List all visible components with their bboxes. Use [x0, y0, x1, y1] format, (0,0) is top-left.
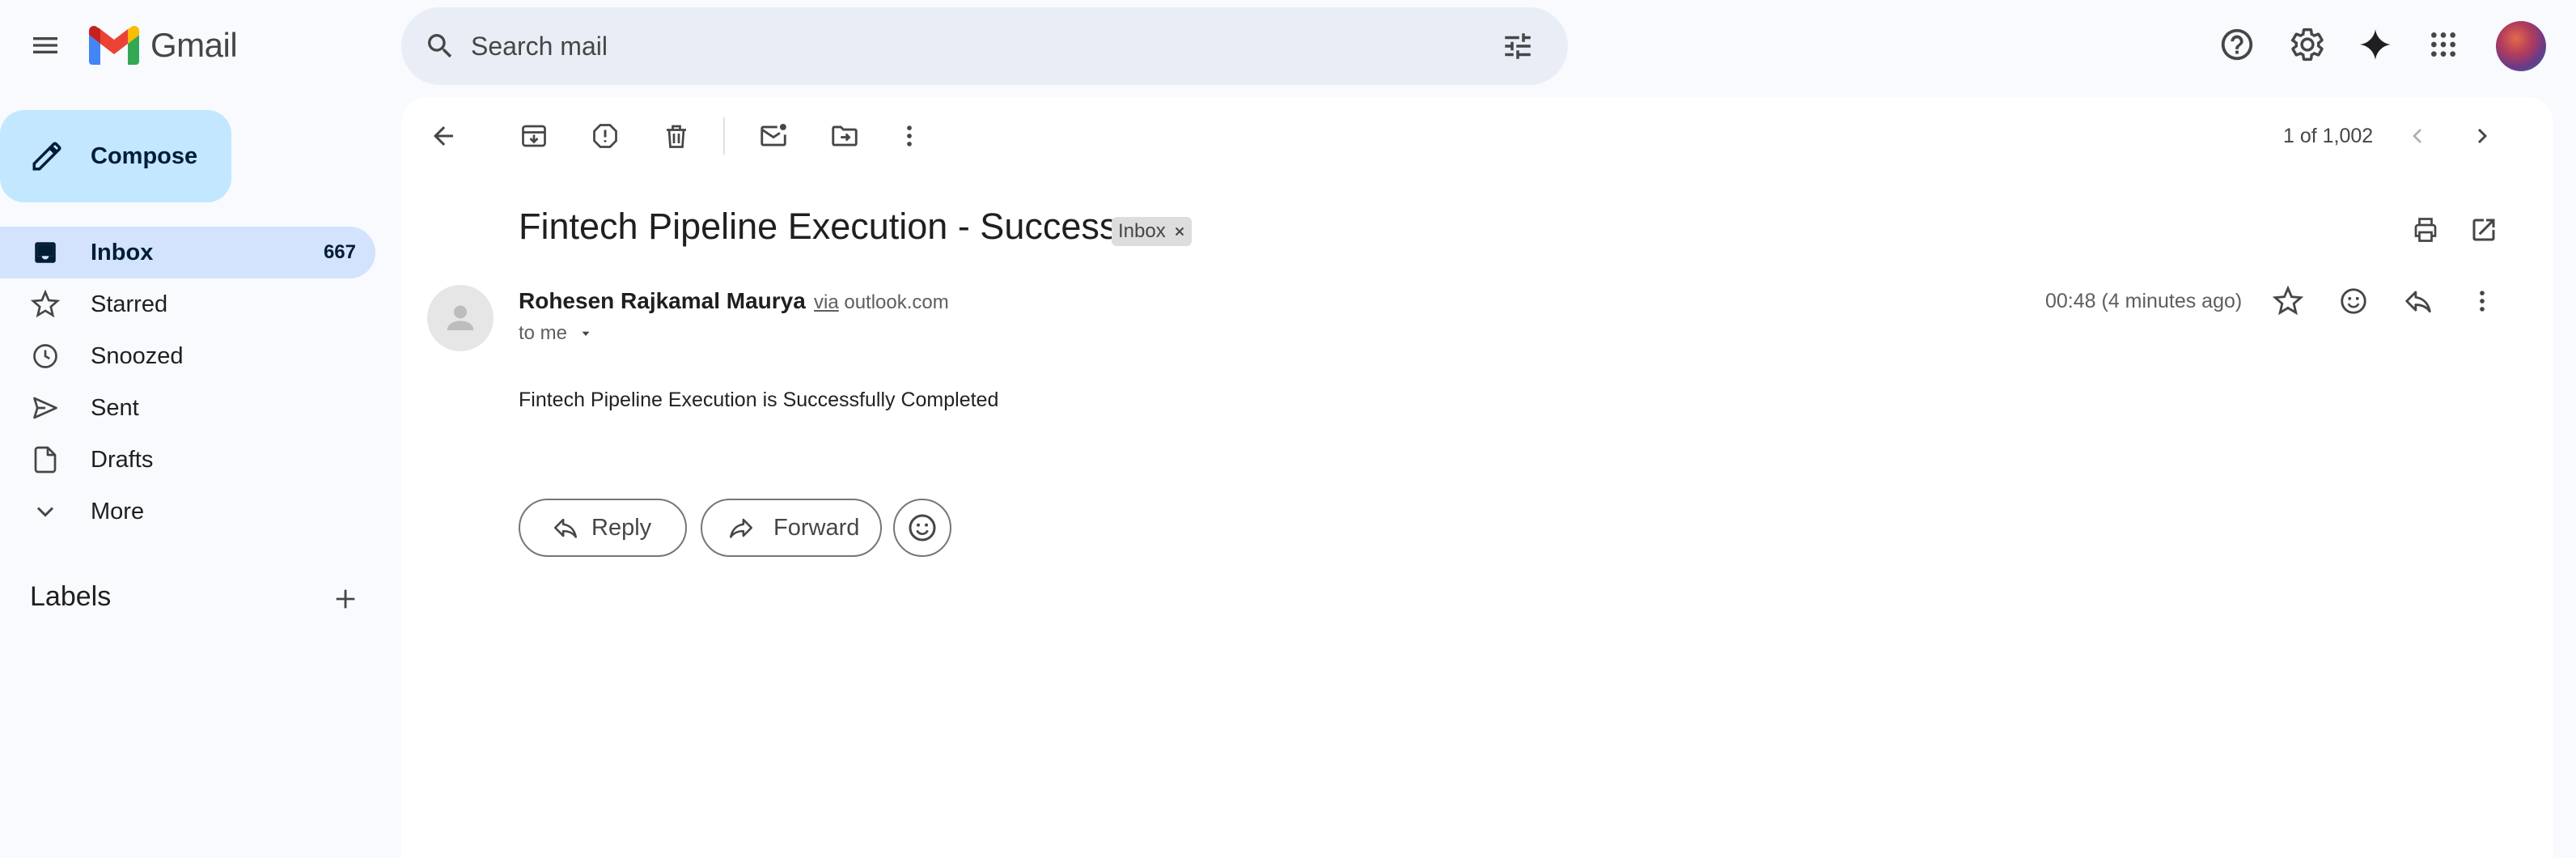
mark-unread-icon[interactable]: [751, 113, 796, 159]
sidebar-item-label: Sent: [91, 394, 139, 421]
search-bar[interactable]: [401, 7, 1568, 85]
email-timestamp: 00:48 (4 minutes ago): [2045, 290, 2243, 312]
inbox-label-chip: Inbox: [1112, 217, 1192, 246]
star-icon: [28, 287, 63, 322]
sender-name[interactable]: Rohesen Rajkamal Maurya: [519, 288, 806, 314]
main-menu-button[interactable]: [18, 18, 73, 73]
sidebar-item-drafts[interactable]: Drafts: [0, 434, 375, 486]
inbox-icon: [28, 235, 63, 270]
send-icon: [28, 390, 63, 426]
gmail-m-icon: [89, 26, 139, 65]
open-new-window-icon[interactable]: [2461, 207, 2506, 253]
sidebar-item-label: Inbox: [91, 239, 154, 265]
sidebar-item-starred[interactable]: Starred: [0, 278, 375, 330]
chevron-down-icon: [28, 494, 63, 529]
chip-label: Inbox: [1118, 220, 1166, 242]
unread-count: 667: [323, 241, 356, 263]
gemini-sparkle-icon[interactable]: [2351, 20, 2400, 69]
print-icon[interactable]: [2403, 207, 2448, 253]
add-label-plus-icon[interactable]: [325, 579, 366, 619]
search-input[interactable]: [471, 31, 1493, 62]
compose-button[interactable]: Compose: [0, 110, 231, 202]
emoji-reaction-button[interactable]: [893, 499, 951, 557]
email-body: Fintech Pipeline Execution is Successful…: [519, 389, 999, 411]
labels-heading: Labels: [30, 581, 112, 612]
search-options-icon[interactable]: [1493, 22, 1542, 70]
pencil-icon: [28, 137, 66, 176]
person-icon: [447, 305, 474, 330]
reply-label: Reply: [591, 514, 652, 541]
reply-arrow-icon: [549, 512, 582, 544]
recipient-label: to me: [519, 322, 568, 344]
sender-via: via outlook.com: [814, 291, 949, 314]
more-options-vertical-icon[interactable]: [2459, 278, 2505, 324]
move-to-folder-icon[interactable]: [822, 113, 867, 159]
newer-chevron-left-icon[interactable]: [2395, 113, 2440, 159]
sidebar-item-label: Drafts: [91, 446, 154, 473]
reply-button[interactable]: Reply: [519, 499, 687, 557]
more-options-vertical-icon[interactable]: [887, 113, 932, 159]
smiley-icon: [909, 514, 936, 542]
toolbar-divider: [723, 117, 725, 155]
reply-arrow-icon[interactable]: [2396, 278, 2441, 324]
hamburger-icon: [33, 37, 57, 53]
delete-trash-icon[interactable]: [654, 113, 699, 159]
help-icon[interactable]: [2213, 20, 2261, 69]
pagination-count: 1 of 1,002: [2283, 125, 2374, 147]
forward-arrow-icon: [725, 512, 757, 544]
recipient-details[interactable]: to me: [519, 322, 593, 345]
account-avatar[interactable]: [2496, 21, 2546, 71]
caret-down-icon[interactable]: [578, 326, 593, 341]
sender-avatar[interactable]: [427, 285, 494, 351]
gmail-logo[interactable]: Gmail: [89, 21, 238, 70]
forward-label: Forward: [773, 514, 860, 541]
remove-label-close-icon[interactable]: [1172, 224, 1187, 239]
email-subject: Fintech Pipeline Execution - Success: [519, 206, 1118, 247]
search-icon[interactable]: [421, 27, 460, 66]
settings-gear-icon[interactable]: [2283, 20, 2332, 69]
sidebar-item-sent[interactable]: Sent: [0, 382, 375, 434]
via-domain: outlook.com: [844, 291, 949, 313]
sidebar-item-label: More: [91, 498, 145, 525]
add-reaction-emoji-icon[interactable]: [2331, 278, 2376, 324]
back-arrow-icon[interactable]: [421, 113, 466, 159]
apps-grid-icon[interactable]: [2419, 20, 2468, 69]
sidebar-item-inbox[interactable]: Inbox 667: [0, 227, 375, 278]
compose-label: Compose: [91, 142, 198, 169]
report-spam-icon[interactable]: [583, 113, 628, 159]
older-chevron-right-icon[interactable]: [2459, 113, 2505, 159]
clock-icon: [28, 338, 63, 374]
sidebar-item-label: Starred: [91, 291, 168, 317]
file-icon: [28, 442, 63, 478]
sidebar-item-more[interactable]: More: [0, 486, 375, 537]
via-link[interactable]: via: [814, 291, 839, 313]
sidebar-item-snoozed[interactable]: Snoozed: [0, 330, 375, 382]
archive-icon[interactable]: [511, 113, 557, 159]
sidebar-item-label: Snoozed: [91, 342, 184, 369]
app-name: Gmail: [150, 26, 238, 64]
star-icon[interactable]: [2265, 278, 2311, 324]
forward-button[interactable]: Forward: [701, 499, 882, 557]
